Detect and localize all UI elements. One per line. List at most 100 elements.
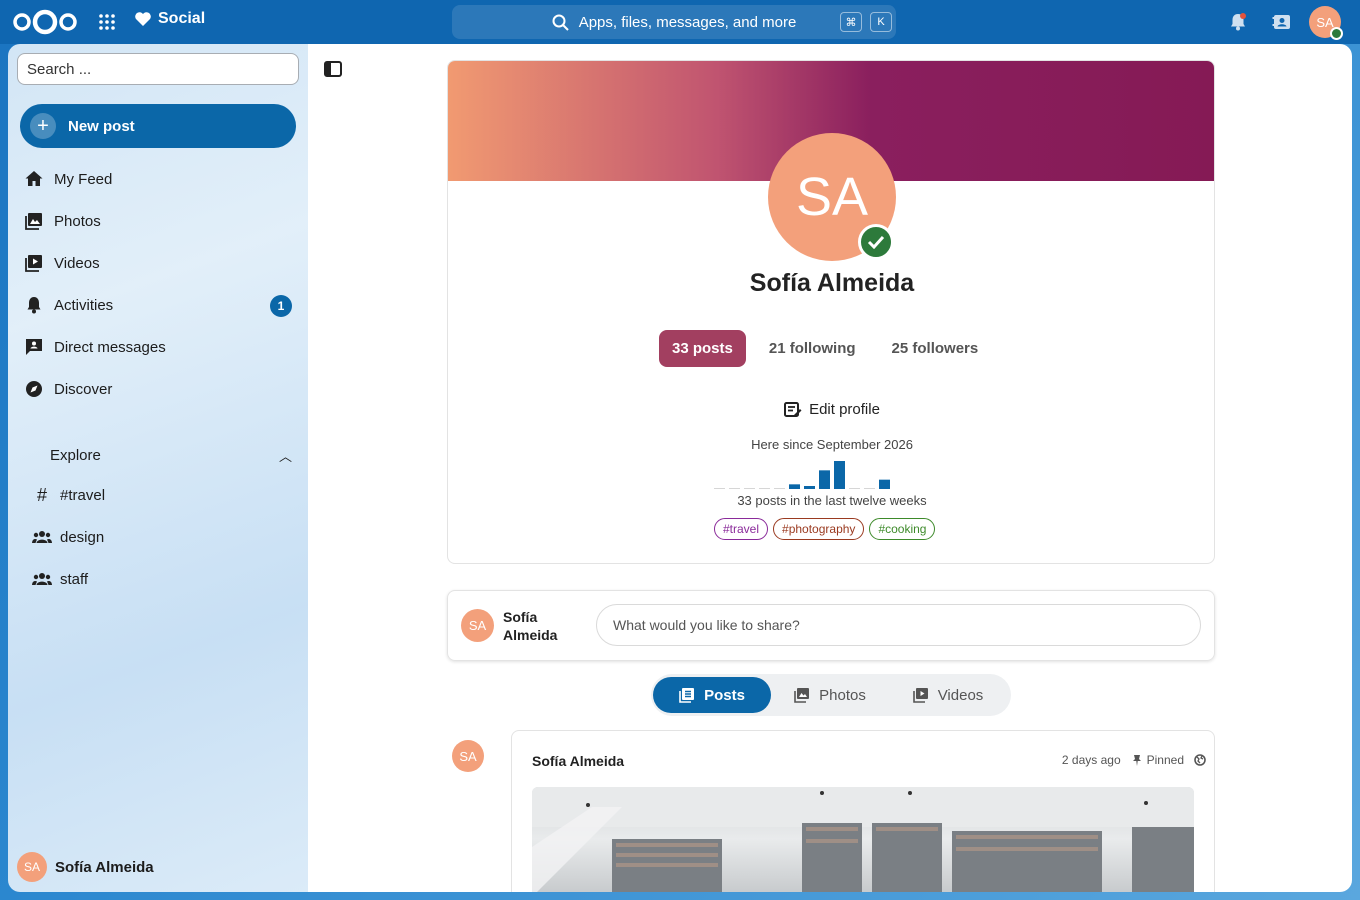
edit-profile-icon [784, 401, 802, 417]
globe-icon[interactable] [1194, 754, 1206, 766]
explore-label: Explore [50, 447, 101, 464]
edit-profile-button[interactable]: Edit profile [448, 401, 1214, 418]
post-author[interactable]: Sofía Almeida [532, 753, 624, 769]
tab-photos-label: Photos [819, 686, 866, 704]
post-meta: 2 days ago Pinned [1062, 753, 1206, 767]
profile-stats: 33 posts 21 following 25 followers [659, 330, 1001, 367]
composer-input[interactable]: What would you like to share? [596, 604, 1201, 646]
app-name-label: Social [158, 10, 206, 27]
content-tabs: Posts Photos Videos [651, 674, 1011, 716]
post-composer: SA Sofía Almeida What would you like to … [447, 590, 1215, 661]
activity-caption: 33 posts in the last twelve weeks [737, 493, 927, 508]
sidebar-item-label: My Feed [54, 170, 113, 188]
search-icon [552, 14, 569, 31]
activity-bar-empty [759, 488, 770, 489]
activity-bar-empty [774, 488, 785, 489]
following-count-button[interactable]: 21 following [756, 330, 869, 367]
explore-section-header[interactable]: Explore ︿ [50, 447, 300, 464]
sidebar-item-direct-messages[interactable]: Direct messages [20, 327, 300, 367]
tab-videos-label: Videos [937, 686, 984, 704]
tag-travel[interactable]: #travel [714, 518, 769, 540]
composer-user-name: Sofía Almeida [503, 609, 558, 643]
followers-count-button[interactable]: 25 followers [879, 330, 992, 367]
tab-videos[interactable]: Videos [889, 677, 1007, 713]
online-status-icon [1330, 27, 1343, 40]
sidebar-item-photos[interactable]: Photos [20, 201, 300, 241]
posts-count-button[interactable]: 33 posts [659, 330, 746, 367]
explore-item-travel[interactable]: # #travel [32, 477, 292, 513]
sidebar-user[interactable]: SA Sofía Almeida [17, 852, 154, 882]
video-icon [25, 255, 42, 272]
shortcut-k-key: K [870, 12, 892, 32]
activity-bar-empty [714, 488, 725, 489]
home-icon [25, 171, 43, 186]
sidebar-item-label: Photos [54, 212, 101, 230]
activity-bar [819, 470, 830, 489]
hashtag-icon: # [36, 484, 47, 505]
group-icon [32, 531, 52, 543]
sidebar-toggle-icon[interactable] [324, 61, 342, 77]
sidebar-item-discover[interactable]: Discover [20, 369, 300, 409]
group-icon [32, 573, 52, 585]
nextcloud-logo[interactable] [12, 8, 78, 36]
explore-item-design[interactable]: design [32, 519, 292, 555]
activity-bar-empty [864, 488, 875, 489]
pin-icon [1132, 755, 1141, 766]
posts-icon [679, 688, 695, 703]
activities-count-badge: 1 [270, 295, 292, 317]
chevron-up-icon[interactable]: ︿ [279, 446, 292, 465]
verified-check-icon [858, 224, 894, 260]
profile-name: Sofía Almeida [749, 269, 915, 297]
current-app[interactable]: Social [134, 10, 205, 28]
tag-photography[interactable]: #photography [773, 518, 865, 540]
app-menu-icon[interactable] [98, 13, 116, 31]
new-post-label: New post [68, 117, 135, 135]
weekly-activity-chart [714, 461, 890, 489]
contacts-icon[interactable] [1272, 12, 1292, 32]
tab-photos[interactable]: Photos [771, 677, 889, 713]
explore-item-staff[interactable]: staff [32, 561, 292, 597]
pinned-label: Pinned [1146, 753, 1184, 767]
global-search[interactable]: Apps, files, messages, and more ⌘ K [452, 5, 896, 39]
sidebar-item-label: Direct messages [54, 338, 166, 356]
activity-bar [789, 484, 800, 489]
compass-icon [26, 381, 42, 397]
notifications-bell-icon[interactable] [1228, 12, 1248, 32]
image-icon [794, 688, 810, 703]
image-icon [25, 213, 42, 230]
post-image[interactable] [532, 787, 1194, 892]
avatar-initials: SA [1316, 14, 1334, 30]
new-post-button[interactable]: + New post [20, 104, 296, 148]
tag-cooking[interactable]: #cooking [869, 518, 936, 540]
sidebar-item-my-feed[interactable]: My Feed [20, 159, 300, 199]
activity-bar-empty [849, 488, 860, 489]
sidebar-search-placeholder: Search ... [27, 60, 92, 78]
video-icon [912, 688, 928, 703]
avatar: SA [461, 609, 494, 642]
activity-bar [879, 479, 890, 489]
activity-bar [834, 461, 845, 489]
shortcut-cmd-key: ⌘ [840, 12, 862, 32]
message-icon [26, 339, 42, 355]
pinned-indicator: Pinned [1131, 753, 1184, 767]
sidebar-item-videos[interactable]: Videos [20, 243, 300, 283]
sidebar-item-activities[interactable]: Activities 1 [20, 285, 300, 325]
tab-posts[interactable]: Posts [653, 677, 771, 713]
activity-bar [804, 486, 815, 489]
heart-icon [135, 12, 151, 26]
avatar: SA [17, 852, 47, 882]
avatar[interactable]: SA [452, 740, 484, 772]
user-menu-avatar[interactable]: SA [1309, 6, 1343, 40]
sidebar-search-input[interactable]: Search ... [17, 53, 299, 85]
plus-icon: + [30, 113, 56, 139]
composer-placeholder: What would you like to share? [613, 617, 800, 633]
top-bar: Social Apps, files, messages, and more ⌘… [0, 0, 1360, 44]
main-content: SA Sofía Almeida 33 posts 21 following 2… [308, 44, 1352, 892]
activity-bar-empty [744, 488, 755, 489]
post-time[interactable]: 2 days ago [1062, 753, 1121, 767]
sidebar-item-label: Discover [54, 380, 113, 398]
explore-item-label: design [60, 528, 105, 546]
explore-item-label: #travel [60, 486, 106, 504]
bell-icon [27, 297, 41, 314]
profile-tags: #travel #photography #cooking [714, 518, 936, 540]
